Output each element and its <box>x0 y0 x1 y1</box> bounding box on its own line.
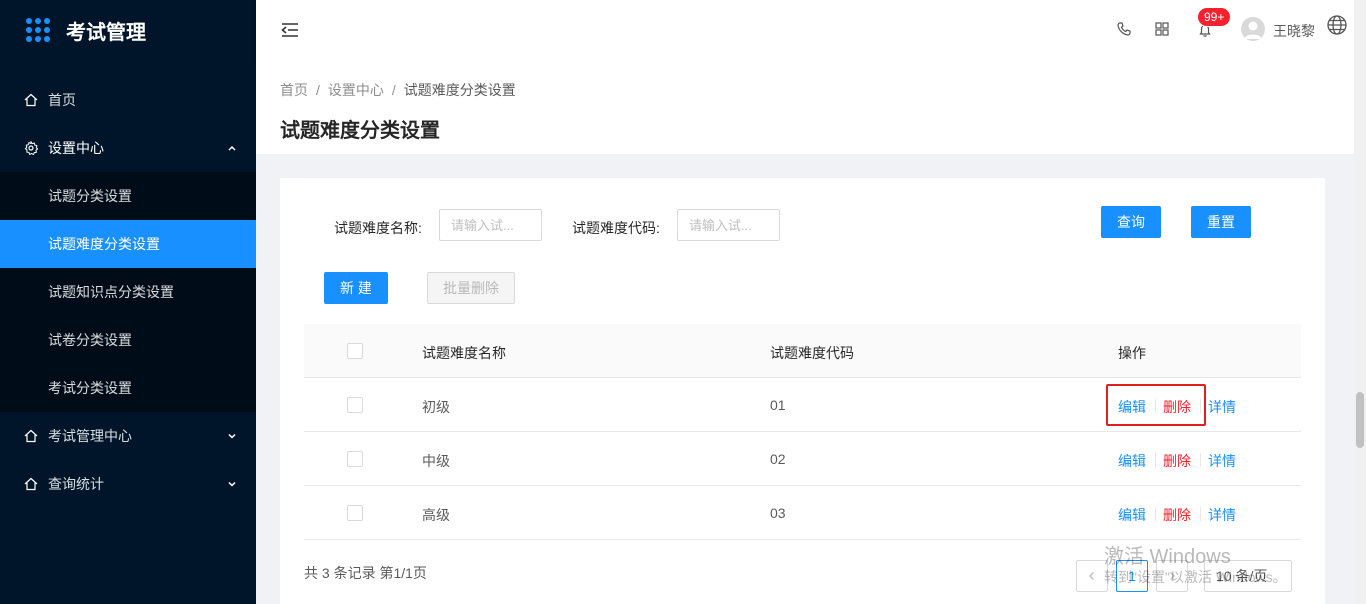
breadcrumb-current: 试题难度分类设置 <box>403 82 516 98</box>
action-divider <box>1200 399 1201 413</box>
sidebar-item-settings[interactable]: 设置中心 <box>0 124 256 172</box>
table-row: 初级 01 编辑 删除 详情 <box>304 378 1301 432</box>
sidebar-item-statistics[interactable]: 查询统计 <box>0 460 256 508</box>
sidebar-item-label: 首页 <box>48 92 76 108</box>
scrollbar-thumb[interactable] <box>1356 392 1364 448</box>
gear-icon <box>24 141 38 155</box>
user-name[interactable]: 王晓黎 <box>1273 21 1315 41</box>
avatar[interactable] <box>1241 17 1265 41</box>
breadcrumb-settings[interactable]: 设置中心 <box>328 82 384 98</box>
sidebar-item-home[interactable]: 首页 <box>0 76 256 124</box>
column-header-code[interactable]: 试题难度代码 <box>770 343 854 363</box>
app-title: 考试管理 <box>66 21 146 44</box>
delete-link[interactable]: 删除 <box>1163 397 1191 417</box>
sidebar-item-label: 考试管理中心 <box>48 428 132 444</box>
row-checkbox[interactable] <box>347 397 363 413</box>
delete-link[interactable]: 删除 <box>1163 505 1191 525</box>
row-checkbox[interactable] <box>347 451 363 467</box>
row-code: 01 <box>770 397 786 413</box>
table-row: 中级 02 编辑 删除 详情 <box>304 432 1301 486</box>
globe-icon[interactable] <box>1326 14 1348 36</box>
phone-icon[interactable] <box>1116 21 1132 37</box>
action-divider <box>1155 399 1156 413</box>
breadcrumb: 首页 / 设置中心 / 试题难度分类设置 <box>280 82 516 98</box>
edit-link[interactable]: 编辑 <box>1118 397 1146 417</box>
sidebar: 考试管理 首页 设置中心 试题分类设置 试题难度分类设置 试题知识点分类设置 试… <box>0 0 256 604</box>
difficulty-name-input[interactable] <box>439 209 542 241</box>
edit-link[interactable]: 编辑 <box>1118 505 1146 525</box>
sidebar-item-exam-center[interactable]: 考试管理中心 <box>0 412 256 460</box>
sidebar-item-label: 查询统计 <box>48 476 104 492</box>
sidebar-subitem-difficulty-category[interactable]: 试题难度分类设置 <box>0 220 256 268</box>
sidebar-menu: 首页 设置中心 试题分类设置 试题难度分类设置 试题知识点分类设置 试卷分类设置… <box>0 76 256 508</box>
action-divider <box>1155 507 1156 521</box>
row-code: 02 <box>770 451 786 467</box>
reset-button[interactable]: 重置 <box>1191 206 1251 238</box>
action-divider <box>1155 453 1156 467</box>
chevron-left-icon <box>1089 572 1094 580</box>
chevron-down-icon <box>228 433 236 439</box>
difficulty-code-input[interactable] <box>677 209 780 241</box>
row-checkbox[interactable] <box>347 505 363 521</box>
detail-link[interactable]: 详情 <box>1208 451 1236 471</box>
query-button[interactable]: 查询 <box>1101 206 1161 238</box>
home-icon <box>24 429 38 443</box>
apps-grid-icon[interactable] <box>1154 21 1170 37</box>
difficulty-name-label: 试题难度名称: <box>334 220 422 236</box>
notification-badge: 99+ <box>1198 8 1231 26</box>
action-divider <box>1200 507 1201 521</box>
detail-link[interactable]: 详情 <box>1208 397 1236 417</box>
delete-link[interactable]: 删除 <box>1163 451 1191 471</box>
chevron-down-icon <box>228 481 236 487</box>
row-name: 高级 <box>422 507 450 523</box>
breadcrumb-home[interactable]: 首页 <box>280 82 308 98</box>
home-icon <box>24 93 38 107</box>
batch-delete-button[interactable]: 批量删除 <box>427 272 515 304</box>
top-header: 99+ 王晓黎 <box>256 0 1354 60</box>
row-name: 中级 <box>422 453 450 469</box>
settings-submenu: 试题分类设置 试题难度分类设置 试题知识点分类设置 试卷分类设置 考试分类设置 <box>0 172 256 412</box>
sidebar-subitem-knowledge-category[interactable]: 试题知识点分类设置 <box>0 268 256 316</box>
sidebar-subitem-question-category[interactable]: 试题分类设置 <box>0 172 256 220</box>
table-header: 试题难度名称 试题难度代码 操作 <box>304 324 1301 378</box>
row-code: 03 <box>770 505 786 521</box>
sidebar-item-label: 设置中心 <box>48 140 104 156</box>
select-all-checkbox[interactable] <box>347 343 363 359</box>
action-divider <box>1200 453 1201 467</box>
logo[interactable]: 考试管理 <box>0 0 256 60</box>
page-title: 试题难度分类设置 <box>280 120 440 142</box>
watermark-subtitle: 转到"设置"以激活 Windows。 <box>1104 569 1287 585</box>
column-header-actions: 操作 <box>1118 345 1146 361</box>
vertical-scrollbar[interactable] <box>1354 0 1366 604</box>
edit-link[interactable]: 编辑 <box>1118 451 1146 471</box>
page-header: 首页 / 设置中心 / 试题难度分类设置 试题难度分类设置 <box>256 60 1354 154</box>
menu-fold-icon[interactable] <box>280 20 300 40</box>
row-name: 初级 <box>422 399 450 415</box>
table-row: 高级 03 编辑 删除 详情 <box>304 486 1301 540</box>
column-header-name[interactable]: 试题难度名称 <box>422 343 506 363</box>
chevron-up-icon <box>228 145 236 151</box>
sidebar-subitem-paper-category[interactable]: 试卷分类设置 <box>0 316 256 364</box>
detail-link[interactable]: 详情 <box>1208 505 1236 525</box>
home-icon <box>24 477 38 491</box>
pagination-summary: 共 3 条记录 第1/1页 <box>304 565 427 581</box>
sidebar-subitem-exam-category[interactable]: 考试分类设置 <box>0 364 256 412</box>
logo-grid-icon <box>26 18 50 42</box>
new-button[interactable]: 新 建 <box>324 272 388 304</box>
difficulty-table: 试题难度名称 试题难度代码 操作 初级 01 编辑 删除 详情 中级 02 编辑… <box>304 324 1301 540</box>
watermark-title: 激活 Windows <box>1104 546 1231 568</box>
difficulty-code-label: 试题难度代码: <box>572 220 660 236</box>
